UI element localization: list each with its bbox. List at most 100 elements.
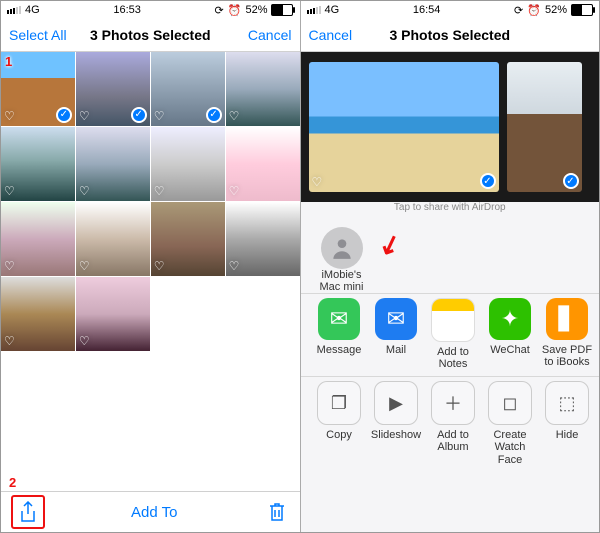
selected-check-icon: ✓ — [206, 107, 222, 123]
share-app-label: Mail — [386, 344, 406, 356]
heart-icon: ♡ — [154, 184, 165, 198]
photo-thumbnail[interactable]: ♡ — [226, 202, 300, 276]
add-to-button[interactable]: Add To — [45, 504, 264, 521]
photo-thumbnail[interactable]: ♡ — [76, 202, 150, 276]
message-icon: ✉︎ — [318, 298, 360, 340]
action-add-album[interactable]: ＋ Add to Album — [425, 381, 482, 465]
photo-thumbnail[interactable]: ♡ — [76, 277, 150, 351]
share-button-highlight — [11, 495, 45, 529]
select-all-button[interactable]: Select All — [1, 19, 75, 51]
avatar-icon — [321, 227, 363, 269]
share-app-ibooks[interactable]: ▋ Save PDF to iBooks — [539, 298, 596, 370]
heart-icon: ♡ — [229, 259, 240, 273]
status-bar: 4G 16:54 ⟳ ⏰ 52% — [301, 1, 600, 19]
selected-check-icon: ✓ — [56, 107, 72, 123]
trash-icon — [268, 502, 286, 522]
action-watch-face[interactable]: ◻ Create Watch Face — [482, 381, 539, 465]
photo-thumbnail[interactable]: ♡ — [1, 277, 75, 351]
selected-check-icon: ✓ — [131, 107, 147, 123]
bottom-toolbar: Add To — [1, 491, 300, 532]
page-title: 3 Photos Selected — [90, 27, 211, 43]
share-button[interactable] — [15, 499, 41, 525]
heart-icon: ♡ — [79, 334, 90, 348]
heart-icon: ♡ — [4, 109, 15, 123]
page-title: 3 Photos Selected — [389, 27, 510, 43]
photo-thumbnail[interactable]: ♡ — [151, 127, 225, 201]
heart-icon: ♡ — [154, 109, 165, 123]
photo-thumbnail[interactable]: ♡ — [226, 52, 300, 126]
battery-icon — [571, 4, 593, 16]
share-sheet: Tap to share with AirDrop iMobie's Mac m… — [301, 202, 600, 532]
clock: 16:53 — [113, 4, 141, 16]
nav-bar: Cancel 3 Photos Selected — [301, 19, 600, 52]
wechat-icon: ✦ — [489, 298, 531, 340]
share-icon — [19, 501, 37, 523]
alarm-icon: ⏰ — [228, 4, 242, 17]
add-album-icon: ＋ — [431, 381, 475, 425]
alarm-icon: ⏰ — [527, 4, 541, 17]
heart-icon: ♡ — [154, 259, 165, 273]
screen-share-sheet: 4G 16:54 ⟳ ⏰ 52% Cancel 3 Photos Selecte… — [301, 1, 600, 532]
photo-thumbnail[interactable]: ♡ — [1, 127, 75, 201]
share-actions-row[interactable]: ❐ Copy ▶ Slideshow ＋ Add to Album ◻ Crea… — [301, 376, 600, 471]
share-app-wechat[interactable]: ✦ WeChat — [482, 298, 539, 370]
photo-thumbnail[interactable]: ♡ — [76, 127, 150, 201]
share-app-notes[interactable]: Add to Notes — [425, 298, 482, 370]
action-slideshow[interactable]: ▶ Slideshow — [368, 381, 425, 465]
cancel-button[interactable]: Cancel — [240, 19, 300, 51]
screen-photos-select: 4G 16:53 ⟳ ⏰ 52% Select All 3 Photos Sel… — [1, 1, 301, 532]
photo-thumbnail[interactable]: ♡ ✓ — [151, 52, 225, 126]
mail-icon: ✉ — [375, 298, 417, 340]
photo-grid: 1 ♡ ✓ ♡ ✓ ♡ ✓ ♡ ♡ ♡ ♡ ♡ ♡ ♡ ♡ ♡ ♡ ♡ — [1, 52, 300, 351]
share-app-label: WeChat — [490, 344, 530, 356]
network-label: 4G — [25, 4, 40, 16]
airdrop-hint: Tap to share with AirDrop — [301, 202, 600, 213]
photo-thumbnail[interactable]: ♡ — [1, 202, 75, 276]
cancel-button[interactable]: Cancel — [301, 19, 361, 51]
heart-icon: ♡ — [312, 175, 323, 189]
selected-check-icon: ✓ — [563, 173, 579, 189]
action-copy[interactable]: ❐ Copy — [311, 381, 368, 465]
delete-button[interactable] — [264, 499, 290, 525]
action-label: Add to Album — [425, 429, 482, 453]
airdrop-target-label: iMobie's Mac mini — [319, 269, 363, 293]
status-bar: 4G 16:53 ⟳ ⏰ 52% — [1, 1, 300, 19]
lock-icon: ⟳ — [514, 4, 523, 17]
heart-icon: ♡ — [4, 184, 15, 198]
share-app-label: Add to Notes — [425, 346, 482, 370]
battery-pct: 52% — [245, 4, 267, 16]
preview-photo[interactable]: ✓ — [507, 62, 582, 192]
photo-thumbnail[interactable]: 1 ♡ ✓ — [1, 52, 75, 126]
action-label: Copy — [326, 429, 352, 441]
signal-icon — [307, 6, 321, 14]
share-app-message[interactable]: ✉︎ Message — [311, 298, 368, 370]
selected-check-icon: ✓ — [480, 173, 496, 189]
lock-icon: ⟳ — [215, 4, 224, 17]
photo-thumbnail[interactable]: ♡ ✓ — [76, 52, 150, 126]
heart-icon: ♡ — [229, 109, 240, 123]
callout-2: 2 — [9, 475, 16, 490]
callout-arrow: ↙ — [374, 226, 405, 263]
network-label: 4G — [325, 4, 340, 16]
heart-icon: ♡ — [229, 184, 240, 198]
share-app-label: Message — [317, 344, 362, 356]
copy-icon: ❐ — [317, 381, 361, 425]
selected-photos-preview[interactable]: ♡ ✓ ✓ — [301, 52, 600, 202]
watch-icon: ◻ — [488, 381, 532, 425]
hide-icon: ⬚ — [545, 381, 589, 425]
battery-icon — [271, 4, 293, 16]
photo-thumbnail[interactable]: ♡ — [226, 127, 300, 201]
preview-photo[interactable]: ♡ ✓ — [309, 62, 499, 192]
share-app-mail[interactable]: ✉ Mail — [368, 298, 425, 370]
heart-icon: ♡ — [79, 259, 90, 273]
share-apps-row[interactable]: ✉︎ Message ✉ Mail Add to Notes ✦ WeChat … — [301, 293, 600, 376]
action-label: Create Watch Face — [482, 429, 539, 465]
heart-icon: ♡ — [4, 259, 15, 273]
play-icon: ▶ — [374, 381, 418, 425]
photo-thumbnail[interactable]: ♡ — [151, 202, 225, 276]
airdrop-target[interactable]: iMobie's Mac mini — [313, 227, 371, 293]
signal-icon — [7, 6, 21, 14]
notes-icon — [431, 298, 475, 342]
action-hide[interactable]: ⬚ Hide — [539, 381, 596, 465]
nav-bar: Select All 3 Photos Selected Cancel — [1, 19, 300, 52]
